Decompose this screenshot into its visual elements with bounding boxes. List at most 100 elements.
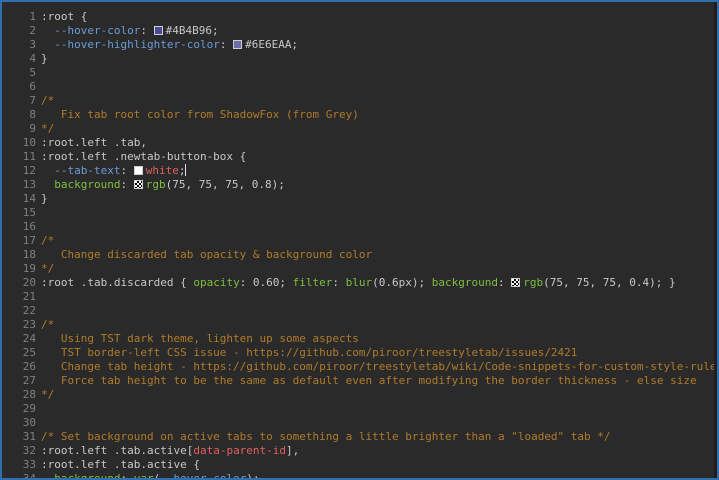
code-token: */ (41, 262, 55, 275)
line-number: 13 (22, 178, 36, 191)
line-number: 32 (22, 444, 36, 457)
code-token: #4B4B96; (165, 24, 219, 37)
line-number: 30 (22, 416, 36, 429)
code-token: */ (41, 122, 55, 135)
line-text: :root.left .tab.active { (41, 458, 200, 472)
line-text: /* (41, 318, 54, 332)
line-number: 17 (22, 234, 36, 247)
code-token: ], (286, 444, 300, 457)
line-number: 27 (22, 374, 36, 387)
code-line[interactable]: 15 (2, 206, 717, 220)
code-token: ; (178, 164, 186, 177)
code-token: data-parent-id (193, 444, 287, 457)
line-number: 28 (22, 388, 36, 401)
code-line[interactable]: 27 Force tab height to be the same as de… (2, 374, 717, 388)
code-line[interactable]: 9 */ (2, 122, 717, 136)
line-number: 1 (29, 10, 36, 23)
code-line[interactable]: 2 --hover-color: #4B4B96; (2, 24, 717, 38)
code-token: --tab-text (54, 164, 121, 177)
code-token: (0.6px); (372, 276, 432, 289)
line-text: :root .tab.discarded { opacity: 0.60; fi… (41, 276, 676, 290)
line-text: TST border-left CSS issue - https://gith… (41, 346, 578, 360)
code-line[interactable]: 3 --hover-highlighter-color: #6E6EAA; (2, 38, 717, 52)
code-line[interactable]: 17 /* (2, 234, 717, 248)
line-number: 31 (22, 430, 36, 443)
line-number: 6 (29, 80, 36, 93)
code-line[interactable]: 31 /* Set background on active tabs to so… (2, 430, 717, 444)
code-token: : (498, 276, 512, 289)
code-line[interactable]: 25 TST border-left CSS issue - https://g… (2, 346, 717, 360)
vertical-scrollbar[interactable] (714, 2, 717, 478)
code-line[interactable]: 1 :root { (2, 10, 717, 24)
line-number: 25 (22, 346, 36, 359)
code-line[interactable]: 32 :root.left .tab.active[data-parent-id]… (2, 444, 717, 458)
text-cursor (185, 164, 187, 176)
color-swatch-icon[interactable] (133, 180, 143, 189)
line-text: Change discarded tab opacity & backgroun… (41, 248, 372, 262)
line-number: 12 (22, 164, 36, 177)
code-line[interactable]: 26 Change tab height - https://github.co… (2, 360, 717, 374)
code-line[interactable]: 11:root.left .newtab-button-box { (2, 150, 717, 164)
code-token: :root.left .tab.active[ (41, 444, 194, 457)
code-line[interactable]: 5 (2, 66, 717, 80)
code-line[interactable]: 28 */ (2, 388, 717, 402)
color-swatch-icon[interactable] (511, 278, 521, 287)
code-area[interactable]: 1:root {2 --hover-color: #4B4B96; 3 --hov… (2, 10, 717, 480)
color-swatch-icon[interactable] (133, 166, 143, 175)
code-token: var (133, 472, 154, 480)
line-number: 15 (22, 206, 36, 219)
code-line[interactable]: 20 :root .tab.discarded { opacity: 0.60; … (2, 276, 717, 290)
line-text: */ (41, 122, 54, 136)
code-line[interactable]: 29 (2, 402, 717, 416)
color-swatch-icon[interactable] (153, 26, 163, 35)
line-text: /* Set background on active tabs to some… (41, 430, 611, 444)
line-text: */ (41, 262, 54, 276)
code-line[interactable]: 12 --tab-text: white; (2, 164, 717, 178)
code-token: :root .tab.discarded { (41, 276, 194, 289)
code-token: #6E6EAA; (245, 38, 299, 51)
line-number: 10 (22, 136, 36, 149)
code-line[interactable]: 7 /* (2, 94, 717, 108)
code-line[interactable]: 16 (2, 220, 717, 234)
code-token: : (120, 178, 134, 191)
line-text: :root { (41, 10, 87, 24)
line-number: 7 (29, 94, 36, 107)
color-swatch-icon[interactable] (233, 40, 243, 49)
code-line[interactable]: 18 Change discarded tab opacity & backgr… (2, 248, 717, 262)
code-line[interactable]: 14} (2, 192, 717, 206)
line-number: 20 (22, 276, 36, 289)
code-line[interactable]: 10:root.left .tab, (2, 136, 717, 150)
code-line[interactable]: 30 (2, 416, 717, 430)
code-token: /* (41, 318, 55, 331)
line-number: 29 (22, 402, 36, 415)
code-token: TST border-left CSS issue - https://gith… (41, 346, 578, 359)
code-token: opacity (193, 276, 240, 289)
line-number: 5 (29, 66, 36, 79)
code-token: /* Set background on active tabs to some… (41, 430, 611, 443)
code-line[interactable]: 23 /* (2, 318, 717, 332)
line-number: 11 (22, 150, 36, 163)
code-editor[interactable]: 1:root {2 --hover-color: #4B4B96; 3 --hov… (0, 0, 719, 480)
code-line[interactable]: 13 background: rgb(75, 75, 75, 0.8); (2, 178, 717, 192)
code-line[interactable]: 24 Using TST dark theme, lighten up some… (2, 332, 717, 346)
code-line[interactable]: 22 (2, 304, 717, 318)
code-token: Force tab height to be the same as defau… (41, 374, 697, 387)
code-line[interactable]: 33:root.left .tab.active { (2, 458, 717, 472)
code-line[interactable]: 19 */ (2, 262, 717, 276)
code-token: Fix tab root color from ShadowFox (from … (41, 108, 359, 121)
line-text: Change tab height - https://github.com/p… (41, 360, 717, 374)
code-line[interactable]: 21 (2, 290, 717, 304)
code-line[interactable]: 8 Fix tab root color from ShadowFox (fro… (2, 108, 717, 122)
code-line[interactable]: 34 background: var(--hover-color); (2, 472, 717, 480)
code-line[interactable]: 4} (2, 52, 717, 66)
line-number: 2 (29, 24, 36, 37)
code-token: Using TST dark theme, lighten up some as… (41, 332, 359, 345)
code-line[interactable]: 6 (2, 80, 717, 94)
code-token: --hover-color (160, 472, 247, 480)
code-token: white (145, 164, 179, 177)
code-token: blur (345, 276, 373, 289)
code-token: : (120, 164, 134, 177)
code-token: : 0.60; (239, 276, 293, 289)
line-number: 8 (29, 108, 36, 121)
